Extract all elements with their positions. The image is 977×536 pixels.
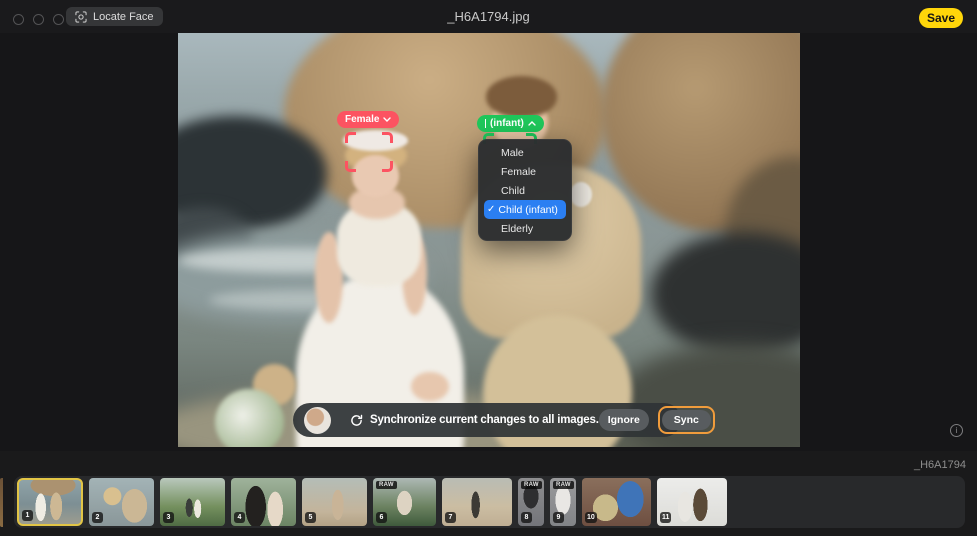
filmstrip-track[interactable]: 1 2 3 4 5 RAW 6 7 RAW 8 RAW 9 10 xyxy=(14,476,965,528)
bracket-corner xyxy=(345,161,356,172)
info-icon[interactable]: i xyxy=(950,424,963,437)
dropdown-item-label: Child (infant) xyxy=(498,204,558,216)
dropdown-item-child[interactable]: Child xyxy=(479,182,571,201)
thumbnail-number: 2 xyxy=(92,512,103,523)
avatar xyxy=(304,407,331,434)
photo-rock-dark-right xyxy=(651,232,800,356)
thumbnail-number: 11 xyxy=(660,512,671,523)
thumbnail-8[interactable]: RAW 8 xyxy=(518,478,544,526)
face-label-female[interactable]: Female xyxy=(337,111,399,128)
thumbnail-number: 5 xyxy=(305,512,316,523)
ignore-label: Ignore xyxy=(608,414,640,426)
thumbnail-7[interactable]: 7 xyxy=(442,478,512,526)
save-button[interactable]: Save xyxy=(919,8,963,28)
refresh-icon xyxy=(350,414,363,427)
thumbnail-11[interactable]: 11 xyxy=(657,478,727,526)
filmstrip-panel: _H6A1794 1 2 3 4 5 RAW 6 7 RAW 8 RAW xyxy=(0,451,977,536)
main-photo-canvas: Female (infant) Male Female Child ✓ xyxy=(178,33,800,447)
thumbnail-number: 7 xyxy=(445,512,456,523)
sync-notification-bar: Synchronize current changes to all image… xyxy=(293,403,681,437)
thumbnail-1[interactable]: 1 xyxy=(17,478,83,526)
text-cursor xyxy=(485,119,486,128)
thumbnail-partial[interactable] xyxy=(0,478,3,527)
bouquet xyxy=(215,389,283,447)
thumbnail-6[interactable]: RAW 6 xyxy=(373,478,436,526)
thumbnail-2[interactable]: 2 xyxy=(89,478,154,526)
thumbnail-number: 8 xyxy=(521,512,532,523)
dropdown-item-elderly[interactable]: Elderly xyxy=(479,219,571,238)
face-label-infant[interactable]: (infant) xyxy=(477,115,544,132)
info-glyph: i xyxy=(956,426,958,435)
thumbnail-9[interactable]: RAW 9 xyxy=(550,478,576,526)
thumbnail-5[interactable]: 5 xyxy=(302,478,367,526)
sync-button[interactable]: Sync xyxy=(662,410,711,430)
dropdown-item-female[interactable]: Female xyxy=(479,163,571,182)
thumbnail-number: 3 xyxy=(163,512,174,523)
thumbnail-10[interactable]: 10 xyxy=(582,478,651,526)
dropdown-item-child-infant[interactable]: ✓ Child (infant) xyxy=(484,200,566,219)
thumbnail-number: 1 xyxy=(22,510,33,521)
chevron-down-icon xyxy=(383,117,391,122)
sync-message: Synchronize current changes to all image… xyxy=(370,414,599,426)
dropdown-item-label: Elderly xyxy=(501,223,533,235)
dropdown-item-label: Child xyxy=(501,185,525,197)
chevron-up-icon xyxy=(528,121,536,126)
face-label-female-text: Female xyxy=(345,114,379,125)
face-label-infant-text: (infant) xyxy=(490,118,524,129)
current-file-name: _H6A1794 xyxy=(914,459,966,471)
face-bracket-female[interactable] xyxy=(345,132,393,172)
sync-label: Sync xyxy=(674,414,699,426)
bracket-corner xyxy=(382,161,393,172)
dropdown-item-male[interactable]: Male xyxy=(479,144,571,163)
thumbnail-number: 6 xyxy=(376,512,387,523)
holding-hands xyxy=(411,372,448,401)
ignore-button[interactable]: Ignore xyxy=(599,409,649,431)
thumbnail-number: 9 xyxy=(553,512,564,523)
thumbnail-4[interactable]: 4 xyxy=(231,478,296,526)
check-icon: ✓ xyxy=(487,205,495,215)
groom-hair xyxy=(486,76,558,117)
dropdown-item-label: Male xyxy=(501,147,524,159)
raw-badge: RAW xyxy=(521,481,542,489)
bracket-corner xyxy=(345,132,356,143)
groom-boutonniere xyxy=(570,182,592,207)
raw-badge: RAW xyxy=(553,481,574,489)
thumbnail-number: 10 xyxy=(585,512,597,523)
thumbnail-3[interactable]: 3 xyxy=(160,478,225,526)
page-title: _H6A1794.jpg xyxy=(0,9,977,24)
face-type-dropdown: Male Female Child ✓ Child (infant) Elder… xyxy=(478,139,572,241)
dropdown-item-label: Female xyxy=(501,166,536,178)
raw-badge: RAW xyxy=(376,481,397,489)
sync-button-highlight[interactable]: Sync xyxy=(658,406,715,434)
bracket-corner xyxy=(382,132,393,143)
thumbnail-number: 4 xyxy=(234,512,245,523)
save-label: Save xyxy=(927,11,955,25)
top-toolbar: Locate Face _H6A1794.jpg Save xyxy=(0,0,977,33)
